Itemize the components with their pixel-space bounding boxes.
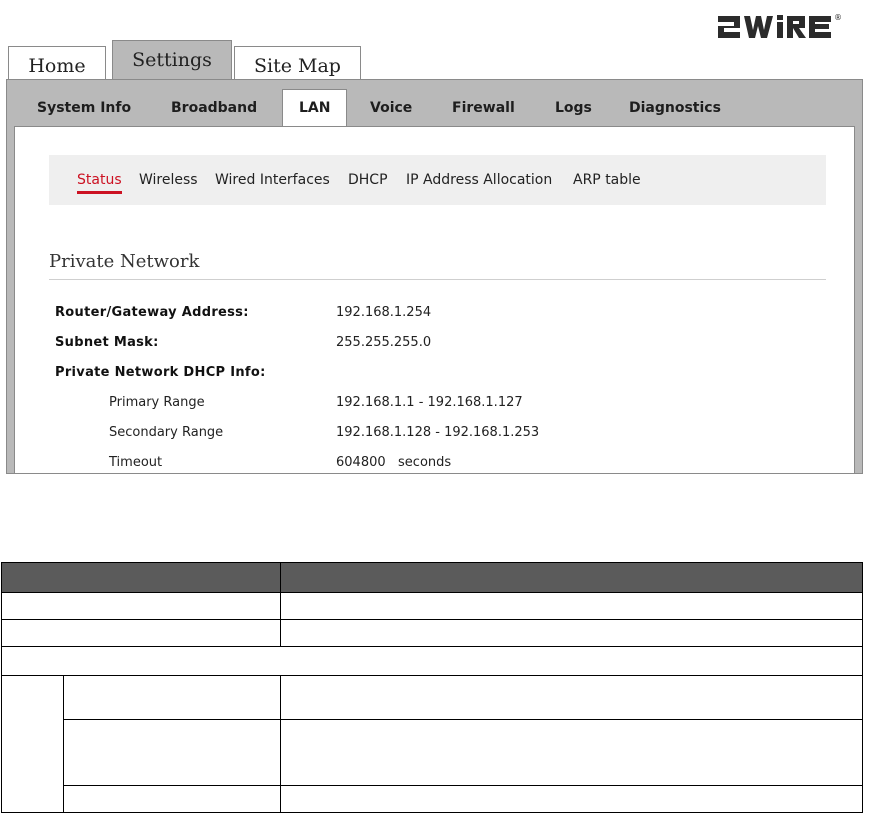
subtab-voice[interactable]: Voice bbox=[370, 90, 412, 126]
subtab-logs[interactable]: Logs bbox=[555, 90, 592, 126]
table-row bbox=[1, 619, 863, 647]
section-title: Private Network bbox=[49, 251, 200, 272]
lan-link-status[interactable]: Status bbox=[77, 172, 122, 194]
router-address-label: Router/Gateway Address: bbox=[55, 305, 249, 320]
svg-text:®: ® bbox=[834, 13, 842, 22]
table-row bbox=[1, 592, 863, 620]
table-cell bbox=[1, 619, 281, 647]
subnet-mask-label: Subnet Mask: bbox=[55, 335, 159, 350]
lan-link-dhcp[interactable]: DHCP bbox=[348, 172, 388, 188]
subtab-broadband[interactable]: Broadband bbox=[171, 90, 257, 126]
tab-site-map[interactable]: Site Map bbox=[234, 46, 361, 80]
lan-link-arp-table[interactable]: ARP table bbox=[573, 172, 641, 188]
secondary-range-value: 192.168.1.128 - 192.168.1.253 bbox=[336, 425, 540, 440]
primary-range-value: 192.168.1.1 - 192.168.1.127 bbox=[336, 395, 523, 410]
table-header-cell bbox=[1, 562, 281, 593]
table-cell bbox=[280, 619, 863, 647]
table-cell bbox=[1, 646, 863, 676]
section-divider bbox=[49, 279, 826, 280]
tab-home[interactable]: Home bbox=[8, 46, 106, 80]
table-cell bbox=[280, 785, 863, 813]
secondary-range-label: Secondary Range bbox=[109, 425, 224, 440]
lan-link-wireless[interactable]: Wireless bbox=[139, 172, 198, 188]
dhcp-info-label: Private Network DHCP Info: bbox=[55, 365, 266, 380]
router-address-value: 192.168.1.254 bbox=[336, 305, 432, 320]
table-row bbox=[1, 675, 863, 813]
lan-link-wired-interfaces[interactable]: Wired Interfaces bbox=[215, 172, 330, 188]
description-table bbox=[1, 562, 863, 813]
subtab-lan[interactable]: LAN bbox=[282, 89, 348, 129]
lan-status-content: Status Wireless Wired Interfaces DHCP IP… bbox=[14, 126, 855, 473]
subtab-firewall[interactable]: Firewall bbox=[452, 90, 515, 126]
tab-settings-label: Settings bbox=[132, 49, 212, 71]
timeout-label: Timeout bbox=[109, 455, 163, 470]
2wire-logo: ® bbox=[718, 13, 842, 38]
settings-panel: System Info Broadband LAN Voice Firewall… bbox=[6, 79, 863, 474]
table-cell bbox=[63, 785, 281, 813]
subnet-mask-value: 255.255.255.0 bbox=[336, 335, 432, 350]
primary-range-label: Primary Range bbox=[109, 395, 205, 410]
lan-link-ip-allocation[interactable]: IP Address Allocation bbox=[406, 172, 552, 188]
table-cell bbox=[280, 719, 863, 786]
table-cell bbox=[1, 592, 281, 620]
table-cell bbox=[63, 675, 281, 720]
subtab-diagnostics[interactable]: Diagnostics bbox=[629, 90, 721, 126]
tab-home-label: Home bbox=[28, 55, 86, 77]
subtab-system-info[interactable]: System Info bbox=[37, 90, 131, 126]
tab-settings[interactable]: Settings bbox=[112, 40, 232, 82]
table-row bbox=[2, 785, 863, 813]
timeout-value: 604800 seconds bbox=[336, 455, 452, 470]
settings-sub-nav: System Info Broadband LAN Voice Firewall… bbox=[7, 89, 862, 129]
table-cell bbox=[280, 675, 863, 720]
tab-site-map-label: Site Map bbox=[254, 55, 341, 77]
table-row bbox=[1, 646, 863, 676]
table-row bbox=[2, 719, 863, 786]
table-cell bbox=[1, 675, 64, 813]
table-cell bbox=[63, 719, 281, 786]
table-header-cell bbox=[280, 562, 863, 593]
table-cell bbox=[280, 592, 863, 620]
lan-sub-nav: Status Wireless Wired Interfaces DHCP IP… bbox=[49, 155, 826, 205]
